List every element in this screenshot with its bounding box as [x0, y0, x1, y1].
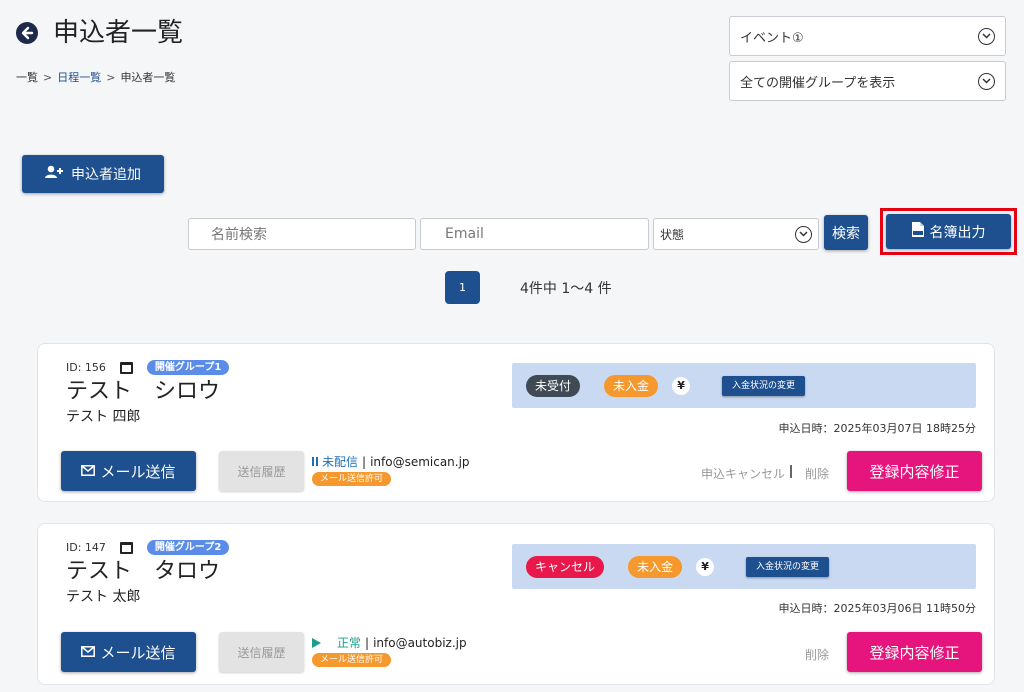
breadcrumb-separator: >	[106, 71, 116, 84]
add-applicant-button[interactable]: 申込者追加	[22, 155, 164, 193]
event-select-value: イベント①	[740, 30, 804, 46]
edit-registration-button[interactable]: 登録内容修正	[847, 451, 982, 491]
state-select-value: 状態	[660, 227, 685, 242]
chevron-down-icon	[978, 72, 995, 90]
export-roster-label: 名簿出力	[929, 224, 986, 241]
breadcrumb: 一覧 > 日程一覧 > 申込者一覧	[16, 70, 175, 86]
search-button[interactable]: 検索	[824, 215, 868, 250]
change-payment-button[interactable]: 入金状況の変更	[746, 556, 830, 577]
applied-datetime: 申込日時：2025年03月06日 11時50分	[778, 602, 976, 615]
change-payment-button[interactable]: 入金状況の変更	[722, 375, 806, 396]
envelope-icon	[81, 462, 96, 480]
mail-delivery-status: 未配信	[322, 455, 359, 469]
applicant-name-kana: テスト タロウ	[66, 559, 221, 584]
group-badge: 開催グループ2	[146, 540, 230, 555]
add-user-icon	[45, 165, 65, 183]
yen-icon: ¥	[696, 557, 715, 576]
mail-permit-badge: メール送信許可	[312, 472, 392, 486]
applicant-name-kana: テスト シロウ	[66, 379, 221, 404]
applicant-card: ID: 147 開催グループ2 テスト タロウ テスト 太郎 キャンセル 未入金…	[37, 523, 995, 685]
calendar-icon	[119, 361, 133, 374]
applicant-email: info@semican.jp	[370, 454, 470, 469]
export-roster-button[interactable]: 名簿出力	[886, 214, 1011, 249]
email-search-input[interactable]: Email	[420, 218, 649, 250]
applied-datetime: 申込日時：2025年03月07日 18時25分	[778, 422, 976, 435]
export-highlight: 名簿出力	[880, 208, 1017, 255]
mail-status-line: 未配信 | info@semican.jp	[312, 453, 470, 470]
pause-icon	[312, 457, 318, 466]
envelope-icon	[81, 643, 96, 661]
applicant-card: ID: 156 開催グループ1 テスト シロウ テスト 四郎 未受付 未入金 ¥…	[37, 343, 995, 502]
send-mail-button[interactable]: メール送信	[61, 632, 196, 672]
applicant-name-kanji: テスト 四郎	[66, 409, 141, 425]
add-applicant-label: 申込者追加	[71, 167, 141, 183]
delete-link[interactable]: 削除	[805, 646, 829, 663]
applicant-name-kanji: テスト 太郎	[66, 589, 141, 605]
status-panel: キャンセル 未入金 ¥ 入金状況の変更	[512, 544, 976, 589]
send-history-button[interactable]: 送信履歴	[219, 451, 304, 491]
payment-status-badge: 未入金	[628, 555, 683, 578]
send-mail-button[interactable]: メール送信	[61, 451, 196, 491]
result-count: 4件中 1〜4 件	[520, 281, 612, 297]
payment-status-badge: 未入金	[604, 374, 659, 397]
reception-status-badge: 未受付	[526, 374, 581, 397]
pagination-page-1[interactable]: 1	[445, 271, 480, 304]
state-select[interactable]: 状態	[653, 218, 819, 250]
mail-permit-badge: メール送信許可	[312, 653, 392, 667]
group-badge: 開催グループ1	[146, 360, 230, 375]
reception-status-badge: キャンセル	[526, 555, 605, 578]
name-search-placeholder: 名前検索	[211, 227, 267, 243]
email-search-placeholder: Email	[445, 226, 484, 242]
mail-status-line: 正常 | info@autobiz.jp	[312, 634, 467, 651]
applicant-id: ID: 147	[66, 541, 106, 554]
yen-icon: ¥	[672, 376, 691, 395]
cancel-application-link[interactable]: 申込キャンセル	[701, 465, 785, 482]
breadcrumb-item-list[interactable]: 一覧	[16, 70, 38, 86]
send-mail-label: メール送信	[100, 462, 176, 481]
chevron-down-icon	[795, 225, 812, 243]
applicant-meta: ID: 147 開催グループ2	[66, 540, 230, 555]
breadcrumb-separator: >	[43, 71, 53, 84]
page-title: 申込者一覧	[53, 18, 184, 48]
play-icon	[312, 637, 321, 648]
chevron-down-icon	[978, 27, 995, 45]
mail-delivery-status: 正常	[337, 636, 362, 650]
name-search-input[interactable]: 名前検索	[188, 218, 416, 250]
event-select[interactable]: イベント①	[729, 16, 1006, 56]
delete-link[interactable]: 削除	[805, 465, 829, 482]
group-select[interactable]: 全ての開催グループを表示	[729, 61, 1006, 101]
calendar-icon	[119, 541, 133, 554]
send-history-button[interactable]: 送信履歴	[219, 632, 304, 672]
mail-separator: |	[362, 454, 367, 469]
send-mail-label: メール送信	[100, 643, 176, 662]
breadcrumb-item-schedule[interactable]: 日程一覧	[57, 70, 101, 86]
link-divider	[790, 465, 792, 478]
csv-file-icon	[911, 222, 924, 241]
back-arrow-icon[interactable]	[16, 22, 38, 44]
breadcrumb-item-current: 申込者一覧	[120, 71, 176, 84]
edit-registration-button[interactable]: 登録内容修正	[847, 632, 982, 672]
applicant-meta: ID: 156 開催グループ1	[66, 360, 230, 375]
group-select-value: 全ての開催グループを表示	[740, 75, 896, 91]
applicant-id: ID: 156	[66, 361, 106, 374]
applicant-email: info@autobiz.jp	[373, 635, 467, 650]
mail-separator: |	[365, 635, 370, 650]
status-panel: 未受付 未入金 ¥ 入金状況の変更	[512, 363, 976, 408]
